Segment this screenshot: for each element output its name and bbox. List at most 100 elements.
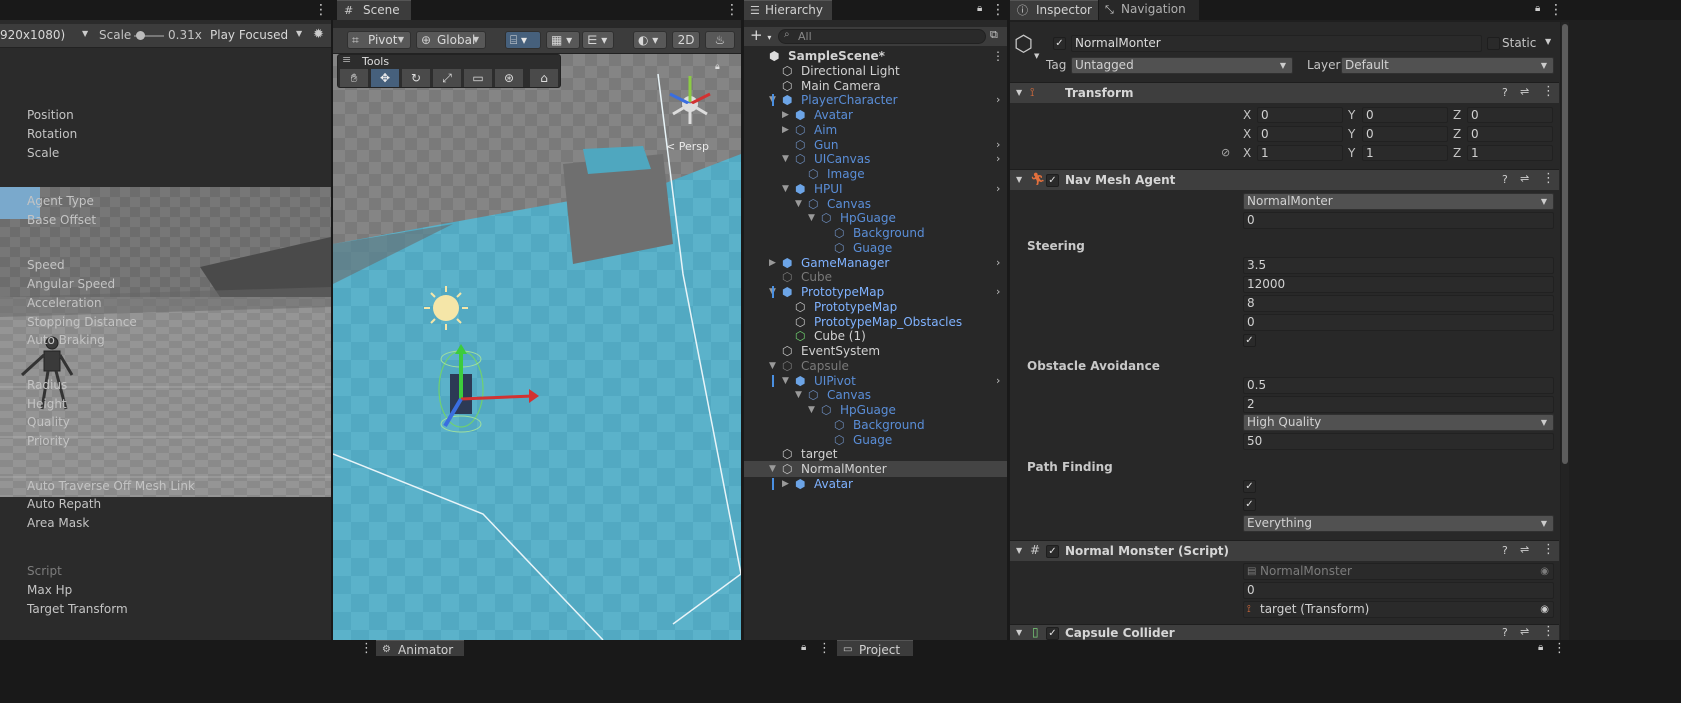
target-picker-icon[interactable]: ◉ — [1540, 602, 1549, 617]
agent-type-dropdown[interactable]: NormalMonter ▼ — [1243, 193, 1554, 210]
presets-icon[interactable]: ⇌ — [1520, 85, 1529, 98]
bottom-left-menu-icon[interactable]: ⋮ — [360, 641, 373, 656]
base-offset-field[interactable]: 0 — [1243, 212, 1554, 229]
rotation-z-value[interactable]: 0 — [1467, 126, 1553, 142]
bottom-mid-menu-icon[interactable]: ⋮ — [818, 641, 831, 656]
help-icon[interactable]: ? — [1502, 173, 1508, 186]
chevron-down-icon[interactable]: ▼ — [296, 29, 302, 38]
script-component-header[interactable]: ▼ # ✓ Normal Monster (Script) ? ⇌ ⋮ — [1010, 540, 1559, 561]
hierarchy-row[interactable]: ⬡ Main Camera — [744, 78, 1007, 94]
layer-dropdown[interactable]: Default ▼ — [1341, 57, 1554, 74]
drag-handle-icon[interactable]: ≡ — [342, 53, 351, 66]
lock-icon[interactable]: 🔒︎ — [977, 3, 982, 14]
target-transform-field[interactable]: ⟟ target (Transform) ◉ — [1243, 601, 1554, 618]
grid-snap-dropdown[interactable]: ▦ ▾ — [546, 31, 580, 49]
lock-icon[interactable]: 🔒︎ — [1538, 642, 1543, 653]
script-enabled-checkbox[interactable]: ✓ — [1046, 545, 1059, 558]
rotation-x[interactable]: X0 — [1243, 126, 1343, 143]
priority-field[interactable]: 50 — [1243, 433, 1554, 450]
lock-icon[interactable]: 🔒︎ — [801, 642, 806, 653]
scene-menu-icon[interactable]: ⋮ — [992, 48, 1004, 64]
presets-icon[interactable]: ⇌ — [1520, 625, 1529, 638]
search-options-icon[interactable]: ⧉ — [990, 28, 998, 42]
inspector-menu-icon[interactable]: ⋮ — [1549, 2, 1563, 18]
component-menu-icon[interactable]: ⋮ — [1542, 542, 1555, 557]
acceleration-field[interactable]: 8 — [1243, 295, 1554, 312]
quality-dropdown[interactable]: High Quality ▼ — [1243, 414, 1554, 431]
component-menu-icon[interactable]: ⋮ — [1542, 171, 1555, 186]
tab-hierarchy[interactable]: ☰ Hierarchy — [744, 0, 832, 20]
scale-y-value[interactable]: 1 — [1362, 145, 1448, 161]
tag-dropdown[interactable]: Untagged ▼ — [1071, 57, 1293, 74]
hierarchy-row[interactable]: ⬡ Guage — [744, 240, 1007, 256]
lock-icon[interactable]: 🔒︎ — [715, 62, 720, 72]
scale-x-value[interactable]: 1 — [1257, 145, 1343, 161]
help-icon[interactable]: ? — [1502, 626, 1508, 639]
pivot-dropdown[interactable]: ⌗ Pivot ▼ — [347, 31, 411, 49]
target-picker-icon[interactable]: ◉ — [1540, 564, 1549, 579]
scale-slider[interactable] — [134, 31, 164, 40]
hierarchy-row[interactable]: ⬡ Directional Light — [744, 63, 1007, 79]
lock-icon[interactable]: 🔒︎ — [1535, 3, 1540, 14]
hierarchy-search-input[interactable]: ⌕ All — [778, 29, 986, 44]
speed-field[interactable]: 3.5 — [1243, 257, 1554, 274]
increment-snap-dropdown[interactable]: ⋿ ▾ — [582, 31, 614, 49]
hierarchy-menu-icon[interactable]: ⋮ — [991, 2, 1005, 18]
tab-navigation[interactable]: ⤡ Navigation — [1099, 0, 1199, 20]
tab-animator[interactable]: ⚙︎ Animator — [376, 640, 464, 657]
rect-tool-icon[interactable]: ▭ — [464, 69, 492, 87]
component-menu-icon[interactable]: ⋮ — [1542, 84, 1555, 99]
component-menu-icon[interactable]: ⋮ — [1542, 625, 1555, 639]
position-z[interactable]: Z0 — [1453, 107, 1553, 124]
scale-x[interactable]: X1 — [1243, 145, 1343, 162]
static-checkbox[interactable] — [1487, 37, 1500, 50]
expand-down-icon[interactable]: ▼ — [769, 358, 779, 374]
hierarchy-row[interactable]: ▼ ⬡ NormalMonter — [744, 461, 1007, 477]
auto-repath-checkbox[interactable]: ✓ — [1243, 498, 1256, 511]
scene-menu-icon[interactable]: ⋮ — [725, 2, 739, 18]
active-checkbox[interactable]: ✓ — [1053, 37, 1066, 50]
collider-component-header[interactable]: ▼ ▯ ✓ Capsule Collider ? ⇌ ⋮ — [1010, 624, 1559, 640]
tab-inspector[interactable]: ⓘ Inspector — [1010, 0, 1098, 20]
radius-field[interactable]: 0.5 — [1243, 377, 1554, 394]
snap-toggle[interactable]: ⌸ ▾ — [505, 31, 541, 49]
object-name-field[interactable]: NormalMonter — [1071, 35, 1482, 52]
rotation-y-value[interactable]: 0 — [1362, 126, 1448, 142]
rotation-z[interactable]: Z0 — [1453, 126, 1553, 143]
hierarchy-row[interactable]: ⬢ SampleScene* ⋮ — [744, 48, 1007, 64]
height-field[interactable]: 2 — [1243, 396, 1554, 413]
draw-mode-dropdown[interactable]: ◐ ▾ — [633, 31, 667, 49]
scale-slider-handle[interactable] — [136, 31, 145, 40]
auto-braking-checkbox[interactable]: ✓ — [1243, 334, 1256, 347]
scale-z-value[interactable]: 1 — [1467, 145, 1553, 161]
max-hp-field[interactable]: 0 — [1243, 582, 1554, 599]
position-x[interactable]: X0 — [1243, 107, 1343, 124]
add-object-button[interactable]: + ▾ — [750, 27, 771, 46]
lighting-toggle[interactable]: ♨ — [705, 31, 735, 49]
rotate-tool-icon[interactable]: ↻ — [402, 69, 430, 87]
presets-icon[interactable]: ⇌ — [1520, 543, 1529, 556]
scale-tool-icon[interactable]: ⤢ — [433, 69, 461, 87]
toggle-2d-button[interactable]: 2D — [672, 31, 700, 49]
play-mode-dropdown[interactable]: Play Focused — [210, 28, 288, 42]
tab-scene[interactable]: # Scene — [337, 0, 411, 20]
expand-down-icon[interactable]: ▼ — [769, 461, 779, 477]
bottom-right-menu-icon[interactable]: ⋮ — [1553, 641, 1566, 656]
transform-component-header[interactable]: ▼ ⟟ Transform ? ⇌ ⋮ — [1010, 82, 1559, 103]
hierarchy-row[interactable]: ⬡ Image — [744, 166, 1007, 182]
navmesh-component-header[interactable]: ▼ 🏃︎ ✓ Nav Mesh Agent ? ⇌ ⋮ — [1010, 169, 1559, 190]
hand-tool-icon[interactable]: ✋︎ — [340, 69, 368, 87]
position-x-value[interactable]: 0 — [1257, 107, 1343, 123]
bug-icon[interactable]: ✹ — [313, 27, 324, 42]
rotation-x-value[interactable]: 0 — [1257, 126, 1343, 142]
custom-tool-icon[interactable]: ⌂ — [530, 69, 558, 87]
scale-z[interactable]: Z1 — [1453, 145, 1553, 162]
help-icon[interactable]: ? — [1502, 86, 1508, 99]
auto-traverse-checkbox[interactable]: ✓ — [1243, 480, 1256, 493]
hierarchy-row[interactable]: ▼ ⬡ Capsule — [744, 358, 1007, 374]
help-icon[interactable]: ? — [1502, 544, 1508, 557]
resolution-dropdown[interactable]: 920x1080) — [0, 28, 65, 42]
stopping-distance-field[interactable]: 0 — [1243, 314, 1554, 331]
collider-enabled-checkbox[interactable]: ✓ — [1046, 627, 1059, 640]
global-dropdown[interactable]: ⊕ Global ▼ — [416, 31, 486, 49]
